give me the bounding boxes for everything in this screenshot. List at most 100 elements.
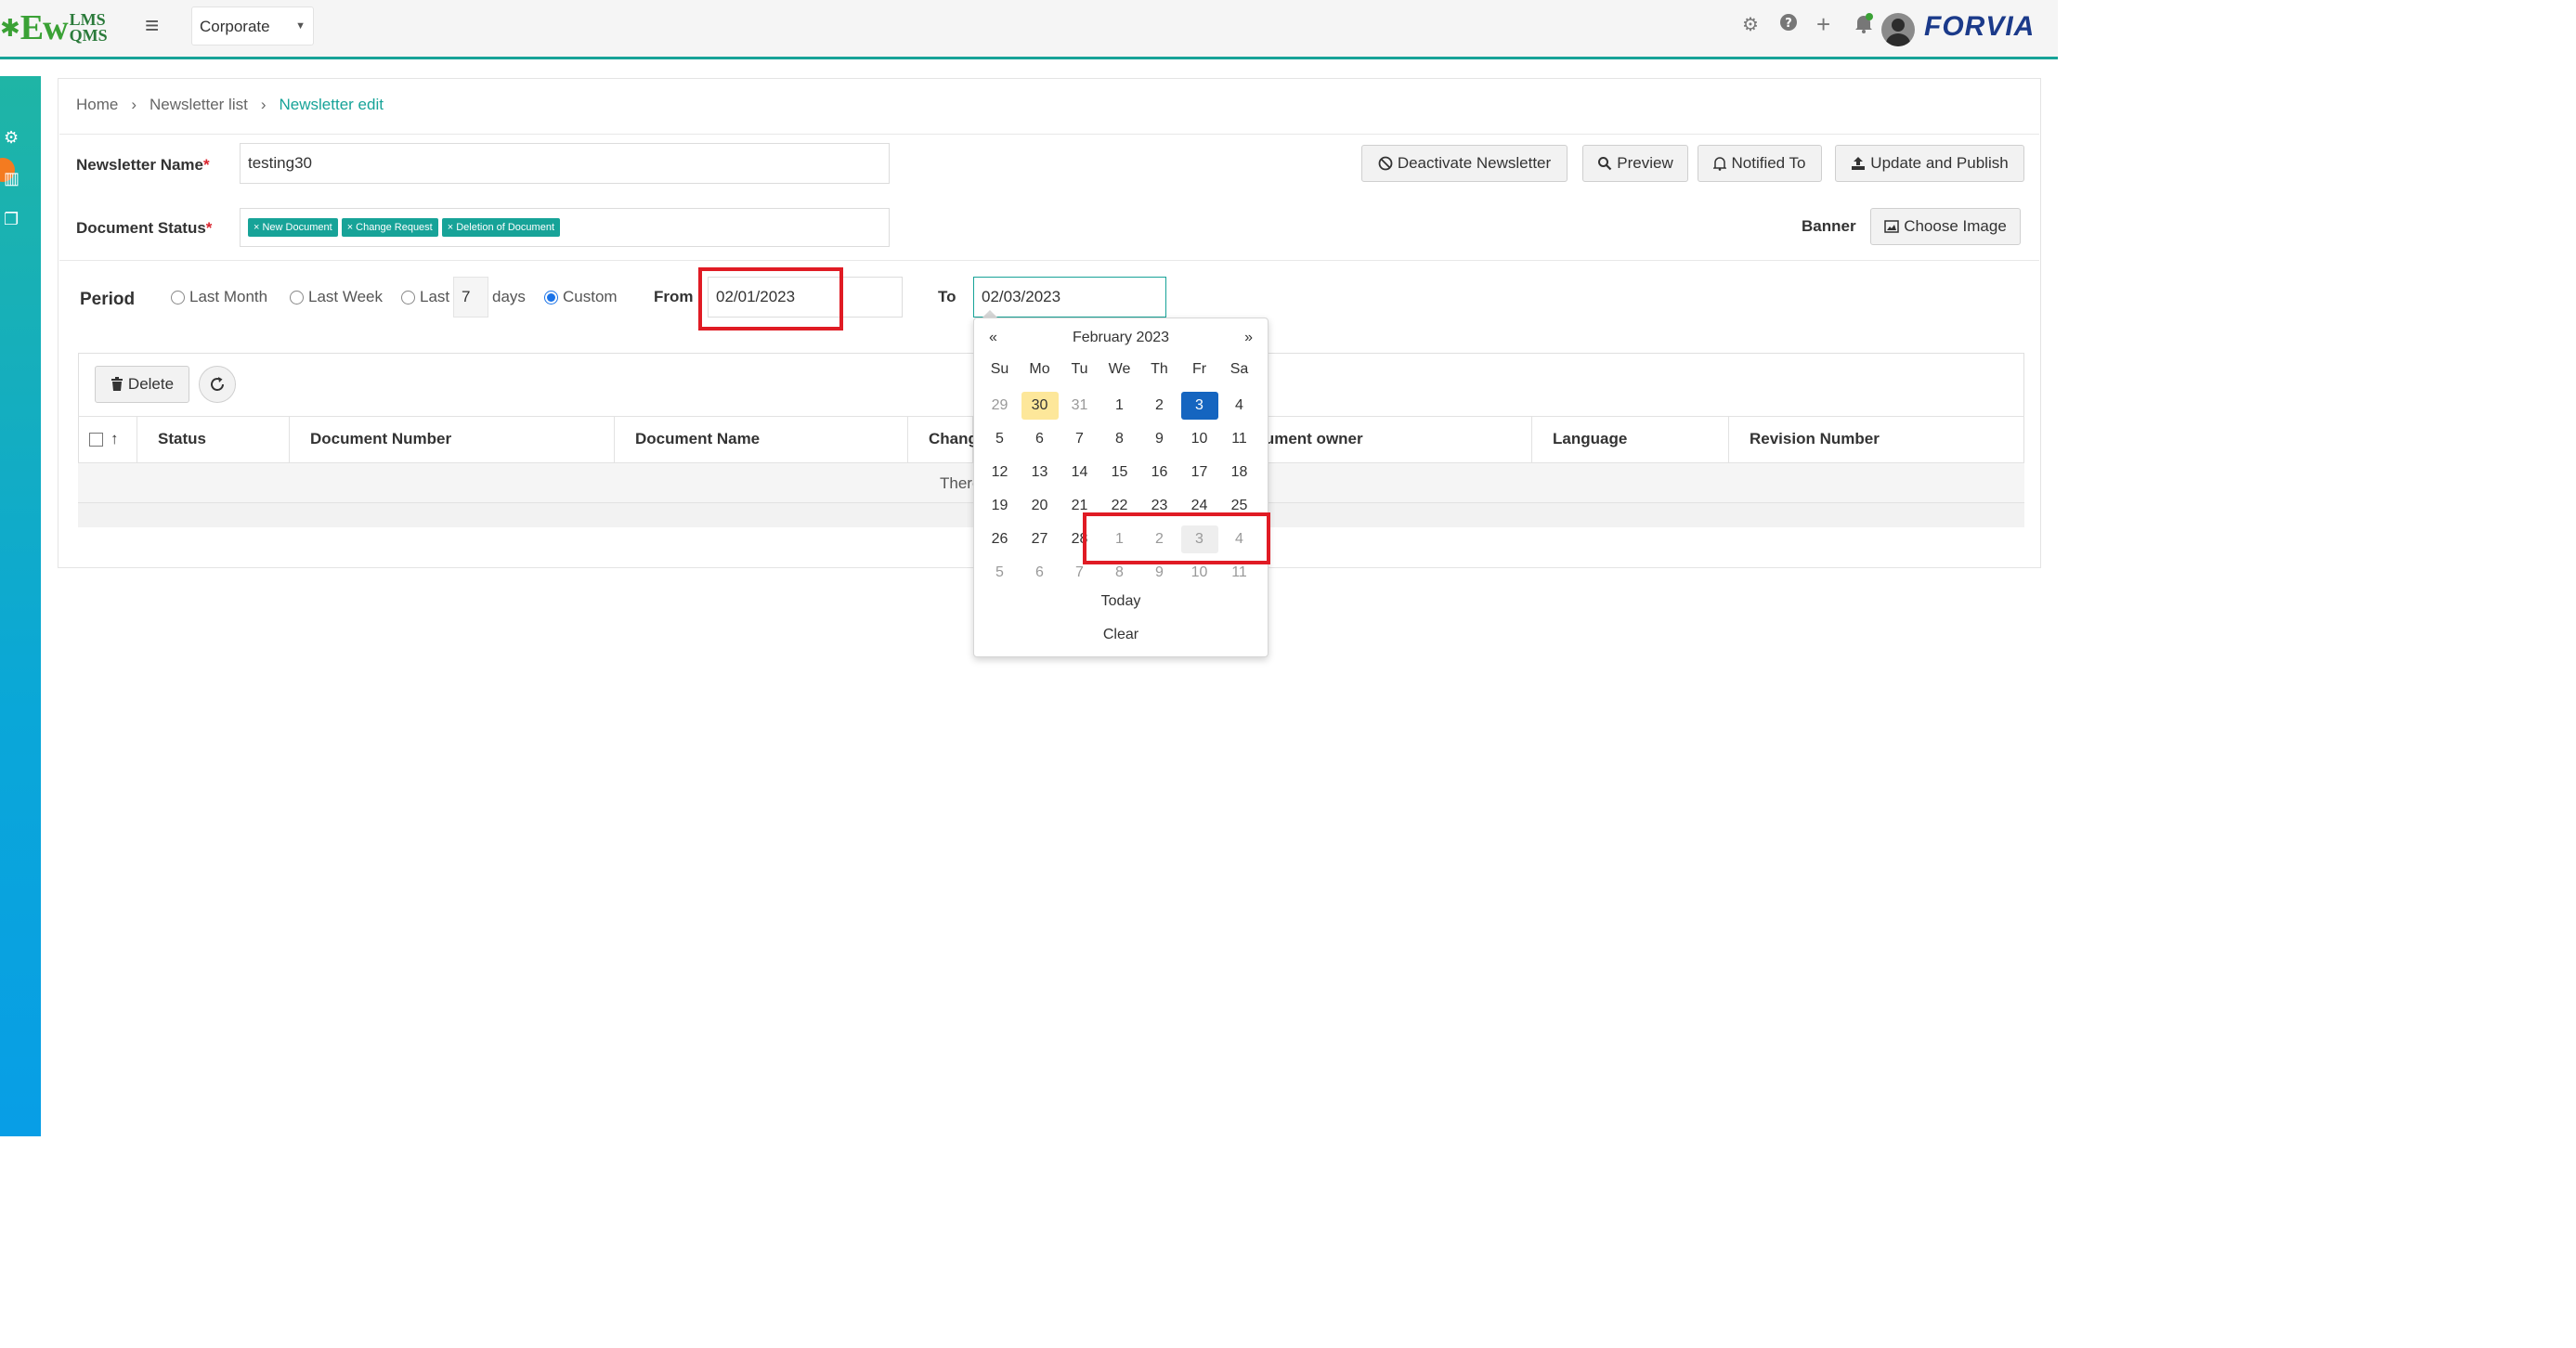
calendar-day[interactable]: 10 [1179, 422, 1219, 456]
calendar-day[interactable]: 3 [1179, 389, 1219, 422]
radio-dot-selected[interactable] [544, 290, 558, 305]
breadcrumb-separator-icon: › [131, 96, 137, 113]
bell-icon[interactable] [1854, 13, 1874, 38]
period-label: Period [80, 290, 136, 309]
calendar-day[interactable]: 12 [980, 456, 1020, 489]
documents-icon[interactable]: ❐ [4, 210, 19, 229]
radio-dot[interactable] [290, 290, 304, 305]
newsletter-name-input[interactable]: testing30 [240, 143, 890, 184]
column-header-status[interactable]: Status [137, 416, 290, 462]
corporate-select[interactable]: Corporate ▼ [191, 6, 314, 45]
dow-label: Fr [1191, 361, 1207, 377]
calendar-day[interactable]: 5 [980, 556, 1020, 590]
annotation-box-from [698, 267, 843, 331]
top-bar: ✱ Ew LMS QMS ≡ Corporate ▼ ⚙ ? + FORVIA [0, 0, 2058, 59]
to-date-input[interactable]: 02/03/2023 [973, 277, 1166, 318]
calendar-day[interactable]: 8 [1099, 422, 1139, 456]
breadcrumb-newsletter-list[interactable]: Newsletter list [150, 96, 248, 114]
calendar-day[interactable]: 15 [1099, 456, 1139, 489]
calendar-day[interactable]: 16 [1139, 456, 1179, 489]
hamburger-menu-icon[interactable]: ≡ [145, 11, 159, 40]
app-logo[interactable]: ✱ Ew LMS QMS [0, 8, 108, 47]
to-date-value: 02/03/2023 [982, 288, 1061, 305]
search-icon [1598, 157, 1612, 171]
choose-image-button[interactable]: Choose Image [1870, 208, 2021, 245]
dow-label: We [1108, 361, 1131, 377]
update-publish-button[interactable]: Update and Publish [1835, 145, 2024, 182]
column-header-language[interactable]: Language [1532, 416, 1729, 462]
calendar-day-label: 19 [991, 498, 1008, 513]
column-header-revision-number[interactable]: Revision Number [1729, 416, 2024, 462]
calendar-day[interactable]: 19 [980, 489, 1020, 523]
calendar-day[interactable]: 5 [980, 422, 1020, 456]
annotation-box-calendar [1083, 512, 1270, 564]
gear-icon[interactable]: ⚙ [1742, 13, 1759, 36]
svg-text:?: ? [1785, 17, 1792, 31]
calendar-day-label: 5 [995, 564, 1004, 580]
select-all-checkbox[interactable] [89, 432, 103, 447]
preview-button[interactable]: Preview [1582, 145, 1688, 182]
radio-dot[interactable] [171, 290, 185, 305]
calendar-day-label: 30 [1021, 392, 1059, 420]
settings-icon[interactable]: ⚙ [4, 128, 19, 148]
datepicker: « February 2023 » Su Mo Tu We Th Fr Sa 2… [973, 318, 1268, 657]
column-header-document-owner[interactable]: ocument owner [1246, 416, 1532, 462]
month-title[interactable]: February 2023 [974, 330, 1268, 346]
calendar-day[interactable]: 29 [980, 389, 1020, 422]
to-label: To [938, 288, 956, 305]
clear-button[interactable]: Clear [974, 627, 1268, 643]
calendar-day[interactable]: 4 [1219, 389, 1259, 422]
calendar-day[interactable]: 6 [1020, 556, 1060, 590]
sort-up-icon[interactable]: ↑ [111, 430, 119, 448]
calendar-day[interactable]: 2 [1139, 389, 1179, 422]
breadcrumb-home[interactable]: Home [76, 96, 118, 114]
calendar-day[interactable]: 14 [1060, 456, 1099, 489]
calendar-day-label: 29 [991, 397, 1008, 413]
calendar-day[interactable]: 13 [1020, 456, 1060, 489]
calendar-day[interactable]: 31 [1060, 389, 1099, 422]
calendar-day-label: 26 [991, 531, 1008, 547]
notified-to-button[interactable]: Notified To [1698, 145, 1822, 182]
avatar[interactable] [1881, 13, 1915, 46]
column-header-document-number[interactable]: Document Number [290, 416, 615, 462]
calendar-day[interactable]: 6 [1020, 422, 1060, 456]
column-header-change[interactable]: Chang [908, 416, 978, 462]
radio-dot[interactable] [401, 290, 415, 305]
delete-button[interactable]: Delete [95, 366, 189, 403]
status-tag-new-document[interactable]: × New Document [248, 218, 338, 237]
calendar-day[interactable]: 20 [1020, 489, 1060, 523]
plus-icon[interactable]: + [1816, 10, 1830, 39]
radio-last-days[interactable]: Last [401, 288, 449, 306]
calendar-day[interactable]: 17 [1179, 456, 1219, 489]
calendar-day[interactable]: 1 [1099, 389, 1139, 422]
building-icon[interactable]: ▥ [4, 169, 20, 188]
calendar-day[interactable]: 18 [1219, 456, 1259, 489]
required-mark: * [203, 156, 210, 174]
radio-last-week[interactable]: Last Week [290, 288, 383, 306]
refresh-button[interactable] [199, 366, 236, 403]
corporate-select-value: Corporate [200, 18, 270, 35]
calendar-day[interactable]: 11 [1219, 422, 1259, 456]
calendar-day[interactable]: 27 [1020, 523, 1060, 556]
calendar-day[interactable]: 7 [1060, 422, 1099, 456]
divider [59, 134, 2039, 135]
status-tag-label: Change Request [356, 222, 433, 233]
radio-custom[interactable]: Custom [544, 288, 618, 306]
next-month-button[interactable]: » [1244, 330, 1253, 346]
radio-last-month[interactable]: Last Month [171, 288, 267, 306]
status-tag-deletion-of-document[interactable]: × Deletion of Document [441, 218, 560, 237]
calendar-day[interactable]: 30 [1020, 389, 1060, 422]
breadcrumb: Home › Newsletter list › Newsletter edit [76, 96, 384, 114]
help-icon[interactable]: ? [1779, 13, 1798, 37]
calendar-day[interactable]: 26 [980, 523, 1020, 556]
calendar-day-label: 12 [991, 464, 1008, 480]
radio-last-label: Last [420, 288, 450, 305]
document-status-multiselect[interactable]: × New Document × Change Request × Deleti… [240, 208, 890, 247]
calendar-day[interactable]: 9 [1139, 422, 1179, 456]
days-input[interactable]: 7 [453, 277, 488, 318]
today-button[interactable]: Today [974, 593, 1268, 610]
dow-label: Th [1151, 361, 1168, 377]
deactivate-newsletter-button[interactable]: Deactivate Newsletter [1361, 145, 1568, 182]
status-tag-change-request[interactable]: × Change Request [341, 218, 438, 237]
column-header-document-name[interactable]: Document Name [615, 416, 908, 462]
